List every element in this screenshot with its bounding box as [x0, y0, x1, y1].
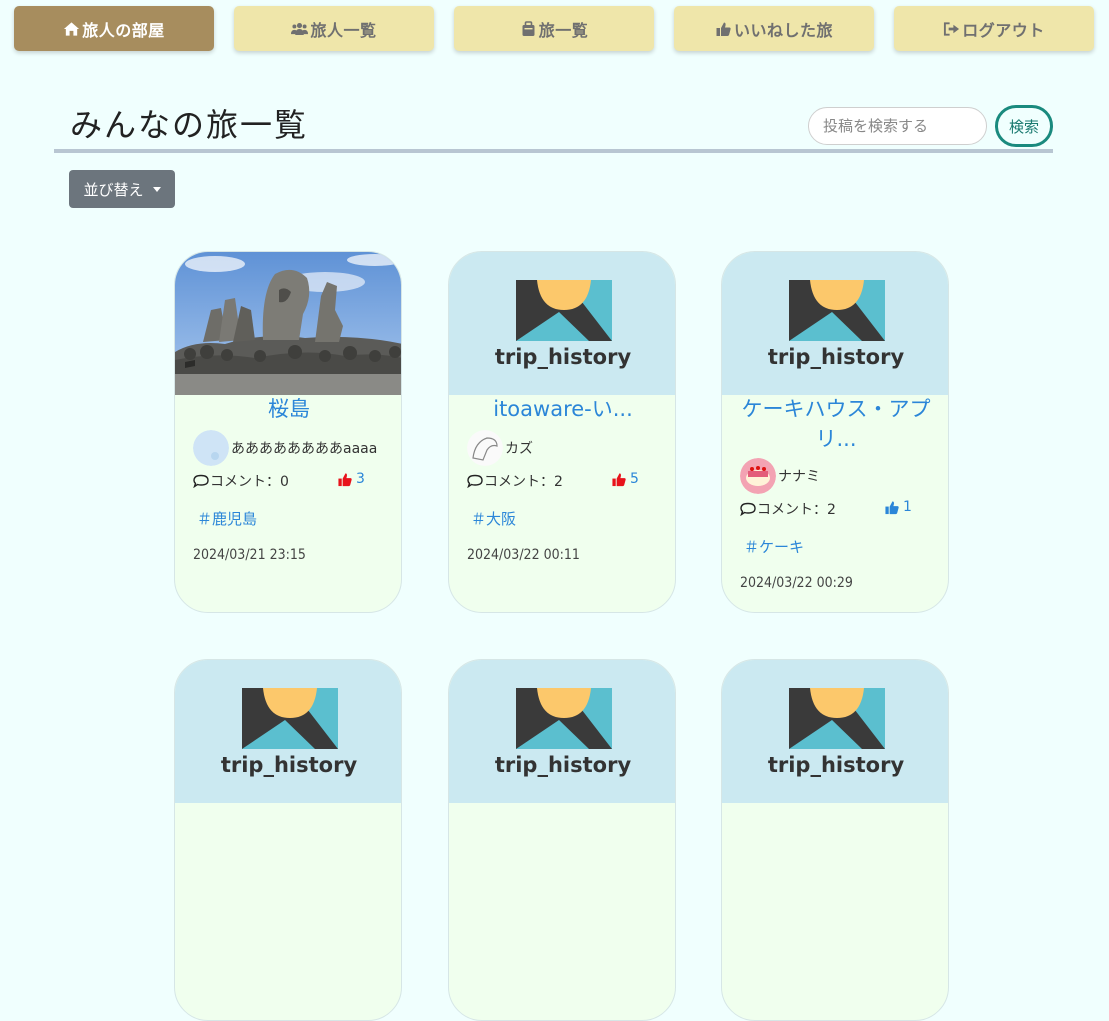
trip-tag[interactable]: ＃鹿児島: [197, 508, 257, 529]
trip-author[interactable]: ああああああああaaaa: [193, 430, 377, 466]
nav-logout-label: ログアウト: [962, 20, 1045, 40]
trip-card[interactable]: trip_history: [721, 659, 949, 1021]
nav-trips-button[interactable]: 旅一覧: [454, 6, 654, 51]
page-title: みんなの旅一覧: [70, 106, 309, 144]
top-nav: 旅人の部屋 旅人一覧 旅一覧 いいねした旅 ログアウト: [14, 6, 1094, 51]
author-name: カズ: [505, 441, 533, 457]
comment-count: コメント：2: [467, 471, 563, 491]
trip-card[interactable]: trip_history: [174, 659, 402, 1021]
like-button[interactable]: 5: [611, 471, 639, 487]
search-input[interactable]: [808, 107, 987, 145]
thumbs-up-icon: [716, 22, 731, 36]
svg-text:trip_history: trip_history: [221, 753, 358, 777]
trip-card[interactable]: trip_history ケーキハウス・アプリ... ナナミ コメント：2 1 …: [721, 251, 949, 613]
comment-count-text: コメント：2: [484, 474, 563, 490]
trip-author[interactable]: ナナミ: [740, 458, 820, 494]
title-divider: [54, 149, 1053, 153]
nav-travelers-button[interactable]: 旅人一覧: [234, 6, 434, 51]
comment-count-text: コメント：2: [757, 502, 836, 518]
svg-text:trip_history: trip_history: [495, 345, 632, 369]
comment-icon: [740, 502, 756, 516]
author-name: ナナミ: [778, 469, 820, 485]
like-count: 1: [903, 499, 912, 515]
home-icon: [64, 21, 80, 36]
nav-home-label: 旅人の部屋: [82, 20, 165, 40]
avatar[interactable]: [193, 430, 229, 466]
thumbs-up-icon: [885, 500, 899, 514]
users-icon: [291, 22, 309, 35]
nav-travelers-label: 旅人一覧: [310, 20, 377, 40]
trip-author[interactable]: カズ: [467, 430, 533, 466]
suitcase-icon: [522, 20, 535, 36]
trip-title[interactable]: itoaware-い...: [457, 394, 669, 424]
trip-card[interactable]: trip_history itoaware-い... カズ コメント：2 5 ＃…: [448, 251, 676, 613]
like-button[interactable]: 1: [884, 499, 912, 515]
svg-text:trip_history: trip_history: [495, 753, 632, 777]
trip-date: 2024/03/21 23:15: [193, 547, 306, 563]
trip-logo-image[interactable]: trip_history: [449, 660, 675, 803]
sort-label: 並び替え: [83, 180, 144, 199]
svg-text:trip_history: trip_history: [768, 345, 905, 369]
trip-title[interactable]: 桜島: [183, 394, 395, 424]
trip-tag[interactable]: ＃大阪: [471, 508, 516, 529]
trip-photo[interactable]: [175, 252, 402, 395]
nav-liked-label: いいねした旅: [733, 20, 833, 40]
nav-logout-button[interactable]: ログアウト: [894, 6, 1094, 51]
like-count: 3: [356, 471, 365, 487]
avatar[interactable]: [467, 430, 503, 466]
trip-logo-image[interactable]: trip_history: [722, 660, 948, 803]
trip-title[interactable]: ケーキハウス・アプリ...: [730, 394, 942, 454]
sort-dropdown-button[interactable]: 並び替え: [69, 170, 175, 208]
trip-card[interactable]: 桜島 ああああああああaaaa コメント：0 3 ＃鹿児島 2024/03/21…: [174, 251, 402, 613]
logout-icon: [944, 21, 960, 36]
nav-liked-button[interactable]: いいねした旅: [674, 6, 874, 51]
comment-count: コメント：0: [193, 471, 289, 491]
trip-stats: コメント：0 3: [193, 471, 383, 491]
comment-icon: [193, 474, 209, 488]
caret-down-icon: [152, 186, 161, 192]
comment-count-text: コメント：0: [210, 474, 289, 490]
trip-logo-image[interactable]: trip_history: [449, 252, 675, 395]
trip-date: 2024/03/22 00:11: [467, 547, 580, 563]
author-name: ああああああああaaaa: [231, 441, 378, 457]
search-button[interactable]: 検索: [995, 105, 1053, 147]
trip-tag[interactable]: ＃ケーキ: [744, 536, 804, 557]
nav-home-button[interactable]: 旅人の部屋: [14, 6, 214, 51]
like-count: 5: [630, 471, 639, 487]
comment-count: コメント：2: [740, 499, 836, 519]
trip-card[interactable]: trip_history: [448, 659, 676, 1021]
thumbs-up-icon: [612, 472, 626, 486]
svg-text:trip_history: trip_history: [768, 753, 905, 777]
trip-stats: コメント：2 5: [467, 471, 657, 491]
trip-stats: コメント：2 1: [740, 499, 930, 519]
nav-trips-label: 旅一覧: [538, 20, 589, 40]
trip-logo-image[interactable]: trip_history: [175, 660, 401, 803]
like-button[interactable]: 3: [337, 471, 365, 487]
trip-date: 2024/03/22 00:29: [740, 575, 853, 591]
avatar[interactable]: [740, 458, 776, 494]
trip-logo-image[interactable]: trip_history: [722, 252, 948, 395]
thumbs-up-icon: [338, 472, 352, 486]
comment-icon: [467, 474, 483, 488]
